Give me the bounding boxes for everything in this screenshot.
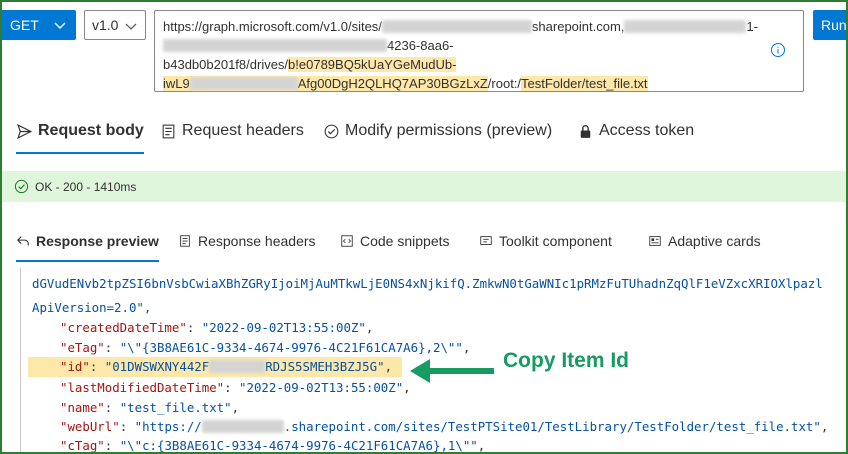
url-line-3: b43db0b201f8/drives/b!e0789BQ5kUaYGeMudU… bbox=[163, 57, 457, 72]
send-icon bbox=[17, 123, 33, 139]
success-check-icon bbox=[14, 179, 29, 194]
redacted-tenant bbox=[201, 420, 284, 433]
redacted-id-part bbox=[209, 360, 266, 373]
code-line-etag: "eTag": "\"{3B8AE61C-9334-4674-9976-4C21… bbox=[60, 340, 471, 355]
chevron-down-icon bbox=[54, 22, 66, 29]
document-icon bbox=[162, 124, 175, 138]
back-arrow-icon bbox=[17, 236, 29, 246]
status-bar: OK - 200 - 1410ms bbox=[2, 171, 846, 202]
api-version-dropdown[interactable]: v1.0 bbox=[84, 10, 146, 40]
code-line-item-id[interactable]: "id": "01DWSWXNY442F RDJS5SMEH3BZJ5G", bbox=[28, 357, 403, 377]
code-line-weburl: "webUrl": "https://.sharepoint.com/sites… bbox=[60, 419, 829, 434]
tab-request-body[interactable]: Request body bbox=[16, 108, 144, 154]
url-line-4: iwL9 Afg00DgH2QLHQ7AP30BGzLxZ/root:/TestF… bbox=[163, 76, 648, 91]
code-icon bbox=[341, 235, 353, 247]
tab-code-snippets[interactable]: Code snippets bbox=[340, 220, 450, 262]
url-line-2: 4236-8aa6- bbox=[163, 36, 753, 55]
http-method-value: GET bbox=[10, 17, 39, 33]
request-tabs: Request body Request headers Modify perm… bbox=[0, 108, 848, 154]
status-text: OK - 200 - 1410ms bbox=[35, 179, 137, 194]
request-url-input[interactable]: https://graph.microsoft.com/v1.0/sites/s… bbox=[154, 10, 804, 92]
code-line-created: "createdDateTime": "2022-09-02T13:55:00Z… bbox=[60, 320, 374, 335]
api-version-value: v1.0 bbox=[92, 17, 119, 33]
code-line-name: "name": "test_file.txt", bbox=[60, 400, 240, 415]
code-line-api-version: ApiVersion=2.0", bbox=[32, 300, 152, 315]
chevron-down-icon bbox=[125, 23, 137, 30]
redacted-drive-id bbox=[189, 77, 298, 90]
toolkit-icon bbox=[480, 236, 492, 245]
code-line-ctag: "cTag": "\"c:{3B8AE61C-9334-4674-9976-4C… bbox=[60, 438, 486, 453]
info-icon[interactable] bbox=[770, 42, 786, 58]
annotation-arrow-icon bbox=[410, 359, 494, 383]
annotation-callout: Copy Item Id bbox=[503, 349, 630, 372]
run-query-button[interactable]: Run bbox=[813, 10, 848, 40]
tab-response-headers[interactable]: Response headers bbox=[178, 220, 316, 262]
http-method-dropdown[interactable]: GET bbox=[0, 10, 76, 40]
lock-icon bbox=[580, 124, 591, 138]
tab-adaptive-cards[interactable]: Adaptive cards bbox=[648, 220, 761, 262]
redacted-site-id bbox=[624, 20, 747, 33]
card-icon bbox=[649, 236, 661, 246]
indent-guide bbox=[20, 268, 21, 454]
redacted-tenant bbox=[381, 20, 532, 33]
response-tabs: Response preview Response headers Code s… bbox=[0, 220, 848, 262]
tab-modify-permissions[interactable]: Modify permissions (preview) bbox=[323, 108, 552, 154]
document-icon bbox=[180, 235, 190, 247]
tab-response-preview[interactable]: Response preview bbox=[16, 220, 159, 262]
code-line-token: dGVudENvb2tpZSI6bnVsbCwiaXBhZGRyIjoiMjAu… bbox=[32, 276, 823, 291]
url-line-1: https://graph.microsoft.com/v1.0/sites/s… bbox=[163, 19, 758, 34]
redacted-web-id bbox=[163, 39, 387, 52]
shield-check-icon bbox=[324, 124, 339, 138]
code-line-modified: "lastModifiedDateTime": "2022-09-02T13:5… bbox=[60, 380, 411, 395]
tab-toolkit-component[interactable]: Toolkit component bbox=[479, 220, 612, 262]
tab-access-token[interactable]: Access token bbox=[577, 108, 694, 154]
tab-request-headers[interactable]: Request headers bbox=[160, 108, 304, 154]
